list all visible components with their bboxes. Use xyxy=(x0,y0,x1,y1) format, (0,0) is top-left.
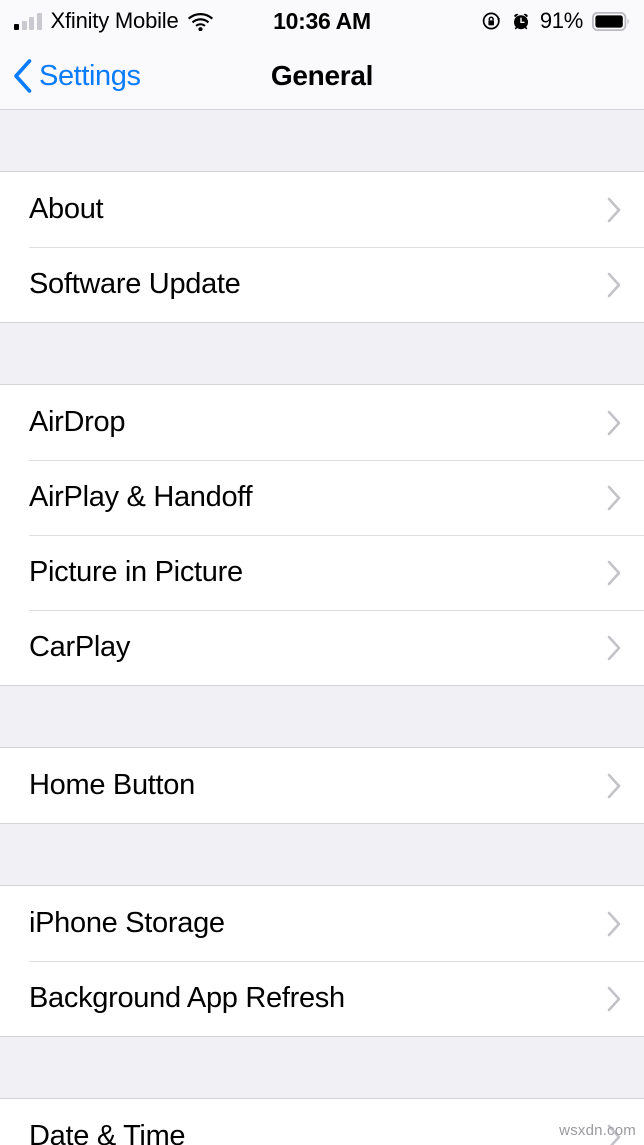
list-item-home-button[interactable]: Home Button xyxy=(0,748,644,823)
settings-group-5: Date & Time xyxy=(0,1099,644,1145)
list-item-carplay[interactable]: CarPlay xyxy=(0,610,644,685)
settings-group-2: AirDrop AirPlay & Handoff Picture in Pic… xyxy=(0,385,644,686)
chevron-right-icon xyxy=(607,911,621,936)
section-gap xyxy=(0,110,644,172)
status-bar-left: Xfinity Mobile xyxy=(14,8,213,34)
chevron-right-icon xyxy=(607,1124,621,1145)
list-item-label: Date & Time xyxy=(29,1120,186,1145)
list-item-label: iPhone Storage xyxy=(29,907,225,939)
list-item-about[interactable]: About xyxy=(0,172,644,247)
signal-bars-icon xyxy=(14,12,42,30)
section-gap xyxy=(0,323,644,385)
carrier-label: Xfinity Mobile xyxy=(50,8,179,33)
page-title: General xyxy=(270,60,374,91)
status-bar-right: 91% xyxy=(482,8,630,34)
settings-group-3: Home Button xyxy=(0,748,644,824)
chevron-right-icon xyxy=(607,560,621,585)
section-gap xyxy=(0,1037,644,1099)
navigation-bar: Settings General xyxy=(0,42,644,110)
list-item-label: Home Button xyxy=(29,769,195,801)
alarm-clock-icon xyxy=(513,13,528,30)
chevron-right-icon xyxy=(607,485,621,510)
rotation-lock-icon xyxy=(482,12,501,30)
battery-percent-label: 91% xyxy=(539,8,583,33)
chevron-right-icon xyxy=(607,635,621,660)
list-item-background-app-refresh[interactable]: Background App Refresh xyxy=(0,961,644,1036)
battery-icon xyxy=(592,11,629,31)
status-bar: Xfinity Mobile 10:36 AM 91% xyxy=(0,0,644,42)
iphone-settings-screen: Xfinity Mobile 10:36 AM 91% Settings Gen… xyxy=(0,0,644,1145)
settings-list[interactable]: About Software Update AirDrop AirPlay & … xyxy=(0,110,644,1145)
settings-group-4: iPhone Storage Background App Refresh xyxy=(0,886,644,1037)
list-item-airplay-handoff[interactable]: AirPlay & Handoff xyxy=(0,460,644,535)
section-gap xyxy=(0,824,644,886)
list-item-software-update[interactable]: Software Update xyxy=(0,247,644,322)
list-item-label: CarPlay xyxy=(29,631,131,663)
list-item-label: AirPlay & Handoff xyxy=(29,481,253,513)
chevron-right-icon xyxy=(607,197,621,222)
list-item-date-time[interactable]: Date & Time xyxy=(0,1099,644,1145)
chevron-right-icon xyxy=(607,410,621,435)
list-item-label: AirDrop xyxy=(29,406,126,438)
list-item-label: Background App Refresh xyxy=(29,982,345,1014)
list-item-label: Picture in Picture xyxy=(29,556,243,588)
wifi-icon xyxy=(187,12,213,31)
section-gap xyxy=(0,686,644,748)
chevron-right-icon xyxy=(607,272,621,297)
list-item-label: Software Update xyxy=(29,268,241,300)
list-item-iphone-storage[interactable]: iPhone Storage xyxy=(0,886,644,961)
list-item-airdrop[interactable]: AirDrop xyxy=(0,385,644,460)
list-item-label: About xyxy=(29,193,104,225)
chevron-right-icon xyxy=(607,773,621,798)
chevron-right-icon xyxy=(607,986,621,1011)
clock-label: 10:36 AM xyxy=(273,7,371,34)
settings-group-1: About Software Update xyxy=(0,172,644,323)
list-item-picture-in-picture[interactable]: Picture in Picture xyxy=(0,535,644,610)
